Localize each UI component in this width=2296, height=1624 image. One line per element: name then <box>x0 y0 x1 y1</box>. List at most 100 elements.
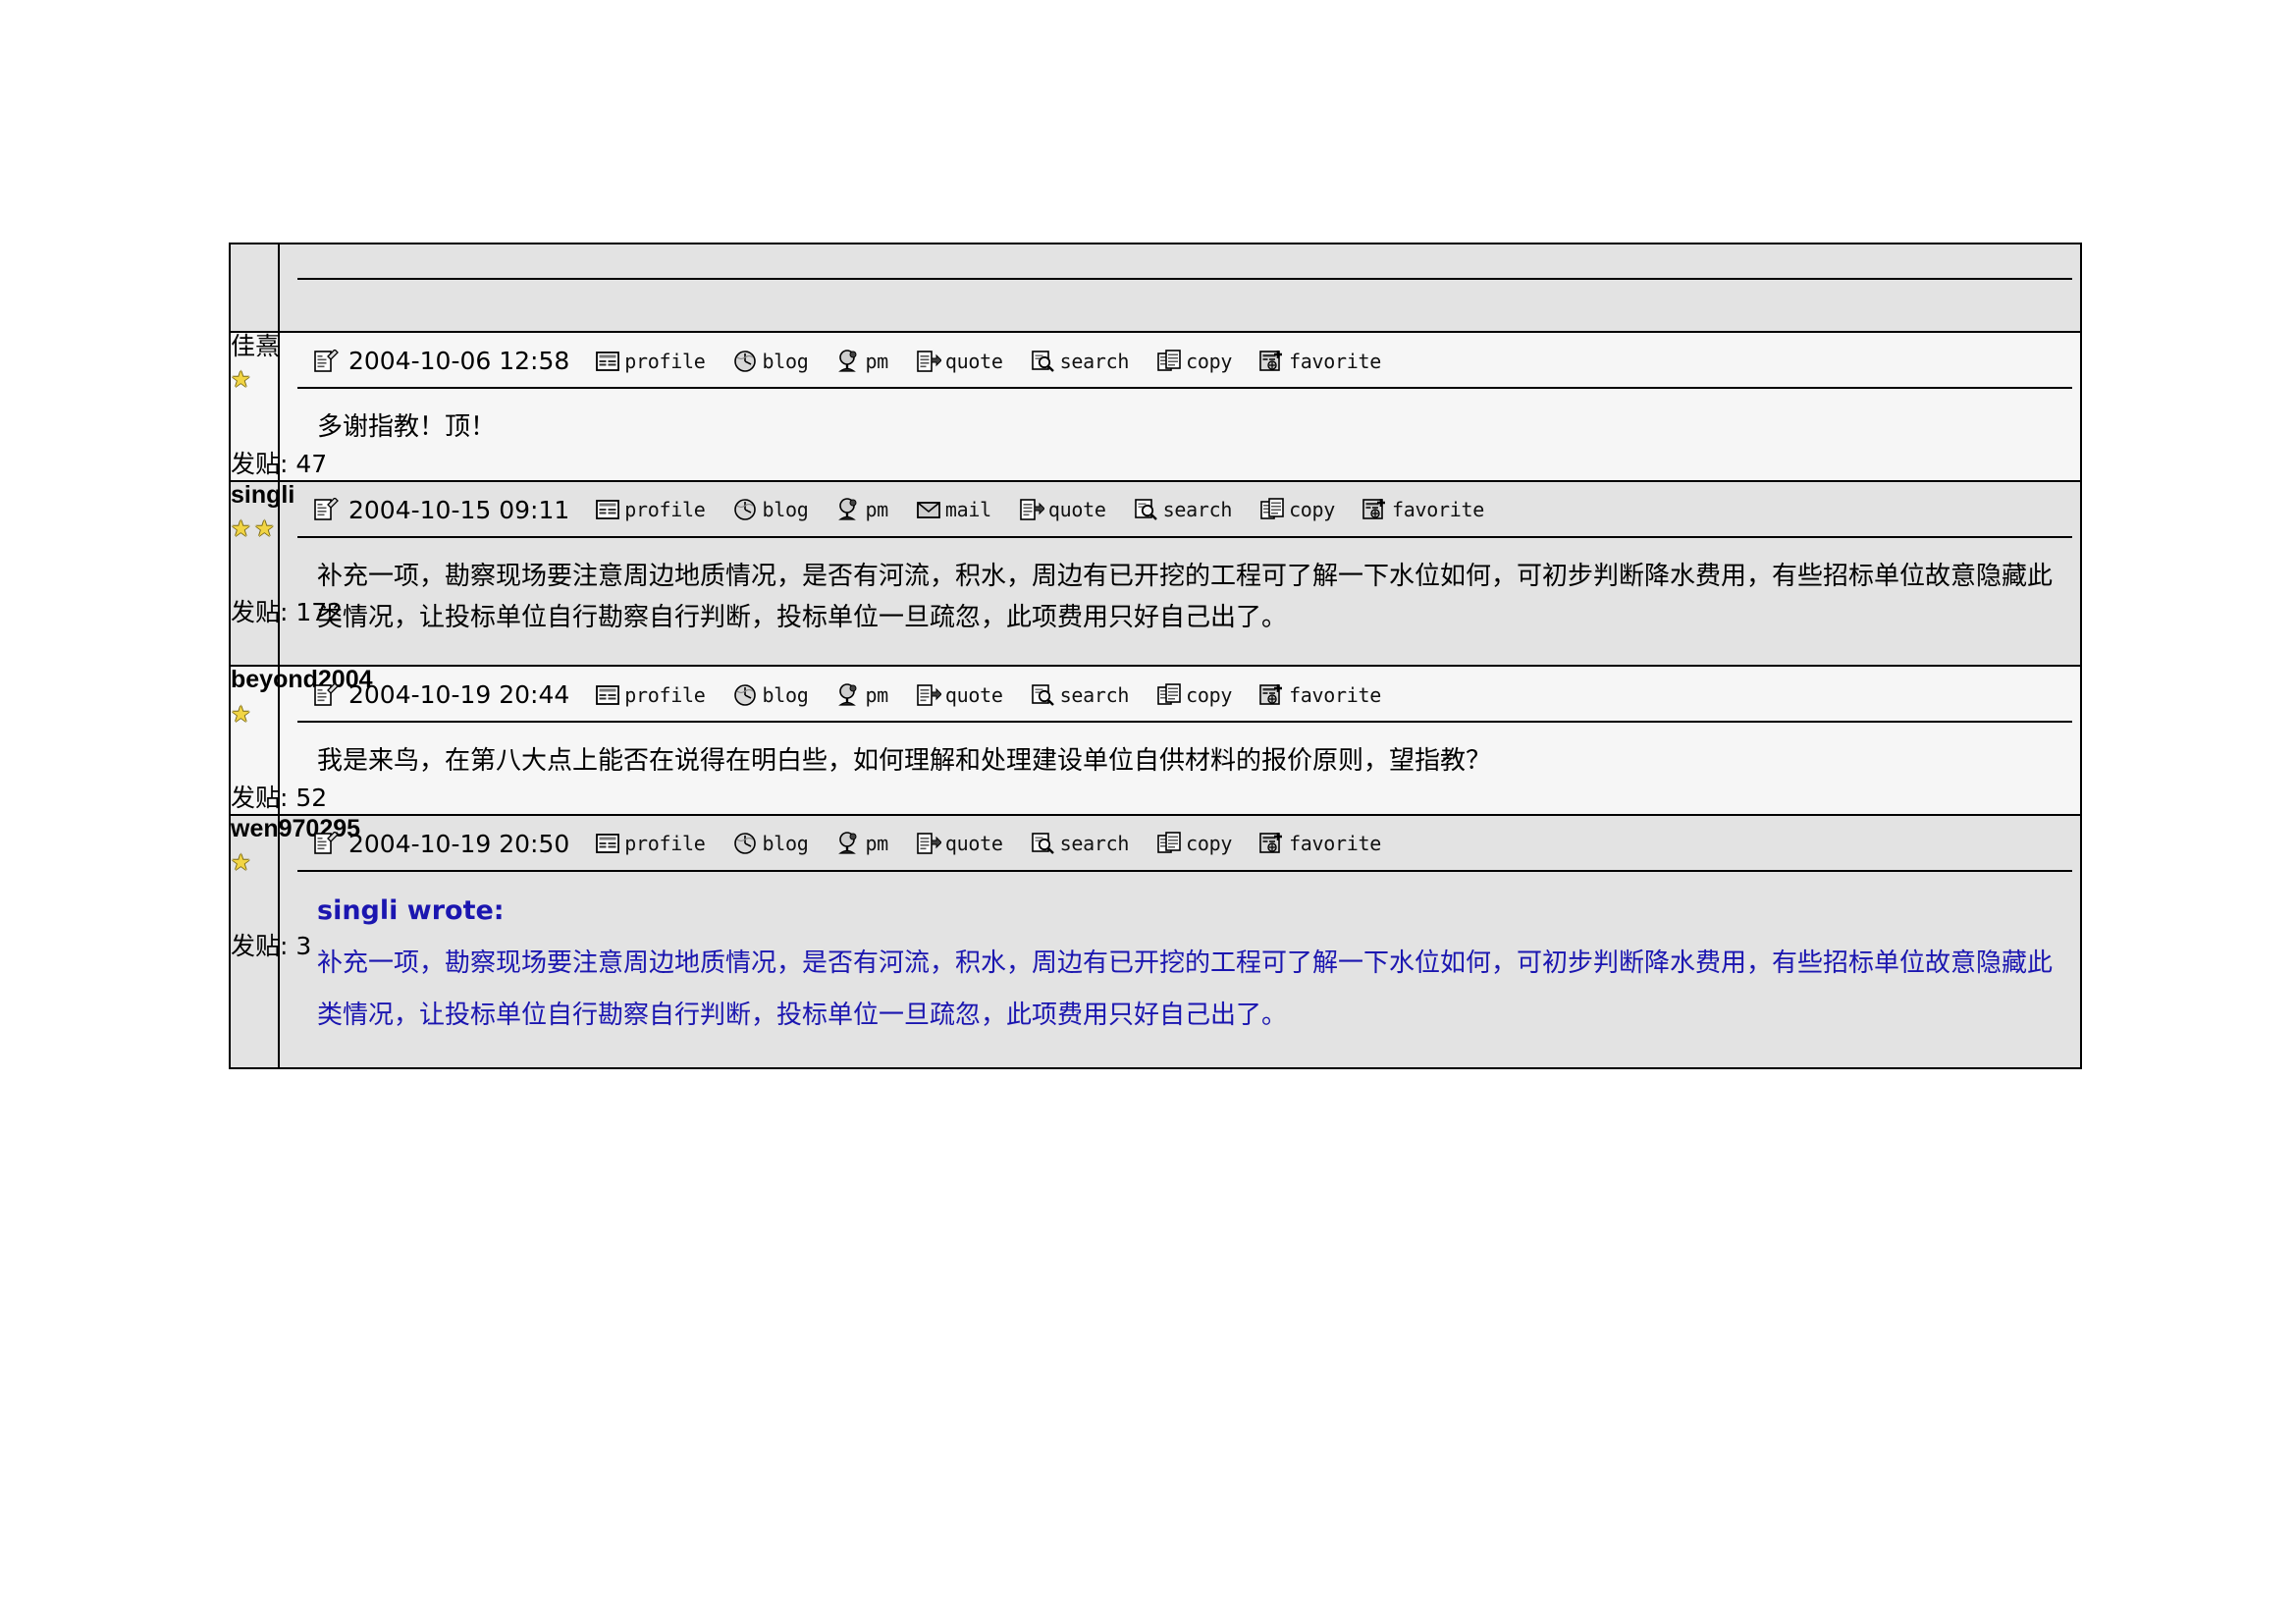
tool-quote[interactable]: quote <box>916 832 1003 855</box>
post-timestamp: 2004-10-19 20:44 <box>348 680 570 710</box>
rank-star-icon <box>231 517 252 544</box>
tool-pm[interactable]: pm <box>835 832 888 855</box>
blog-globe-icon <box>732 683 758 707</box>
tool-favorite[interactable]: favorite <box>1259 350 1381 373</box>
post-body-cell: 2004-10-15 09:11 profile blog pm mail quote se… <box>278 479 2082 668</box>
header-body-cell <box>278 243 2082 333</box>
author-post-count: 发贴: 3 <box>231 927 311 962</box>
post-body-cell: 2004-10-19 20:50 profile blog pm quote search… <box>278 813 2082 1070</box>
tool-search[interactable]: search <box>1031 832 1129 855</box>
copy-pages-icon <box>1156 349 1182 373</box>
post-row: beyond2004 发贴: 52 2004-10-19 20:44 profile b… <box>229 665 2082 816</box>
post-note-icon <box>313 831 339 855</box>
tool-blog[interactable]: blog <box>732 832 809 855</box>
tool-pm-label: pm <box>865 682 888 707</box>
tool-favorite-label: favorite <box>1289 832 1381 856</box>
tool-pm-label: pm <box>865 498 888 521</box>
rank-stars <box>231 851 278 880</box>
tool-copy[interactable]: copy <box>1156 683 1232 707</box>
tool-search-label: search <box>1162 498 1233 521</box>
tool-favorite-label: favorite <box>1289 349 1381 373</box>
header-divider <box>297 278 2072 280</box>
tool-favorite[interactable]: favorite <box>1362 498 1484 521</box>
tool-pm-label: pm <box>865 349 888 373</box>
tool-copy[interactable]: copy <box>1156 350 1232 373</box>
tool-favorite[interactable]: favorite <box>1259 683 1381 707</box>
author-post-count: 发贴: 172 <box>231 593 343 628</box>
post-body-cell: 2004-10-19 20:44 profile blog pm quote search… <box>278 665 2082 816</box>
author-name[interactable]: singli <box>231 481 294 510</box>
pm-lamp-icon <box>835 349 861 373</box>
author-post-count: 发贴: 47 <box>231 445 327 480</box>
rank-stars <box>231 517 278 546</box>
post-row: singli 发贴: 172 2004-10-15 09:11 profile blog… <box>229 479 2082 668</box>
quote-arrow-icon <box>916 350 941 373</box>
quote-author: singli wrote: <box>317 894 505 926</box>
tool-quote[interactable]: quote <box>1019 498 1106 521</box>
post-count-label: 发贴: <box>231 449 289 478</box>
tool-profile[interactable]: profile <box>595 683 706 707</box>
tool-mail[interactable]: mail <box>916 498 991 521</box>
tool-search-label: search <box>1059 832 1130 856</box>
post-timestamp: 2004-10-06 12:58 <box>348 347 570 375</box>
pm-lamp-icon <box>835 682 861 707</box>
author-name[interactable]: wen970295 <box>231 815 360 843</box>
search-magnifier-icon <box>1031 832 1056 855</box>
post-row: wen970295 发贴: 3 2004-10-19 20:50 profile blo… <box>229 813 2082 1070</box>
author-name[interactable]: 佳熹 <box>231 333 280 360</box>
search-magnifier-icon <box>1031 683 1056 707</box>
tool-blog[interactable]: blog <box>732 682 809 707</box>
tool-search[interactable]: search <box>1134 498 1232 521</box>
rank-star-icon <box>231 703 252 730</box>
search-magnifier-icon <box>1134 498 1159 521</box>
post-body-text: 多谢指教！顶！ <box>317 412 497 442</box>
post-meta-row: 2004-10-15 09:11 profile blog pm mail quote se… <box>297 482 2072 538</box>
tool-blog-label: blog <box>762 682 809 707</box>
post-author-cell: singli 发贴: 172 <box>229 479 343 668</box>
profile-card-icon <box>595 832 620 855</box>
tool-profile-label: profile <box>624 832 706 856</box>
copy-pages-icon <box>1156 682 1182 707</box>
profile-card-icon <box>595 498 620 521</box>
pm-lamp-icon <box>835 832 861 855</box>
tool-copy[interactable]: copy <box>1156 832 1232 855</box>
tool-pm[interactable]: pm <box>835 498 888 521</box>
tool-search[interactable]: search <box>1031 683 1129 707</box>
tool-copy-label: copy <box>1186 349 1233 373</box>
copy-pages-icon <box>1156 832 1182 855</box>
tool-copy[interactable]: copy <box>1259 498 1335 521</box>
tool-pm[interactable]: pm <box>835 349 888 373</box>
tool-copy-label: copy <box>1186 832 1233 856</box>
blog-globe-icon <box>732 832 758 855</box>
tool-quote-label: quote <box>944 832 1003 856</box>
post-body-text: 补充一项，勘察现场要注意周边地质情况，是否有河流，积水，周边有已开挖的工程可了解… <box>317 561 2054 633</box>
post-body-cell: 2004-10-06 12:58 profile blog pm quote search… <box>278 331 2082 482</box>
tool-favorite[interactable]: favorite <box>1259 832 1381 855</box>
post-author-cell: wen970295 发贴: 3 <box>229 813 360 1070</box>
tool-profile[interactable]: profile <box>595 350 706 373</box>
post-count-value: 47 <box>295 449 328 478</box>
profile-card-icon <box>595 683 620 707</box>
tool-profile-label: profile <box>624 498 706 521</box>
post-row: 佳熹发贴: 47 2004-10-06 12:58 profile blog pm quo… <box>229 331 2082 482</box>
author-name[interactable]: beyond2004 <box>231 667 373 694</box>
tool-profile[interactable]: profile <box>595 832 706 856</box>
post-note-icon <box>313 497 339 521</box>
tool-pm[interactable]: pm <box>835 682 888 707</box>
tool-quote[interactable]: quote <box>916 350 1003 373</box>
tool-search-label: search <box>1059 349 1130 373</box>
quote-arrow-icon <box>1019 498 1044 521</box>
tool-blog-label: blog <box>762 349 809 373</box>
blog-globe-icon <box>732 498 758 521</box>
tool-quote[interactable]: quote <box>916 683 1003 707</box>
tool-search[interactable]: search <box>1031 350 1129 373</box>
tool-blog[interactable]: blog <box>732 498 809 521</box>
post-meta-row: 2004-10-06 12:58 profile blog pm quote search… <box>297 333 2072 389</box>
post-meta-row: 2004-10-19 20:44 profile blog pm quote search… <box>297 667 2072 724</box>
post-count-label: 发贴: <box>231 932 289 961</box>
mail-envelope-icon <box>916 498 941 521</box>
tool-copy-label: copy <box>1186 682 1233 707</box>
post-author-cell: beyond2004 发贴: 52 <box>229 665 373 816</box>
tool-blog[interactable]: blog <box>732 349 809 373</box>
tool-profile[interactable]: profile <box>595 498 706 521</box>
